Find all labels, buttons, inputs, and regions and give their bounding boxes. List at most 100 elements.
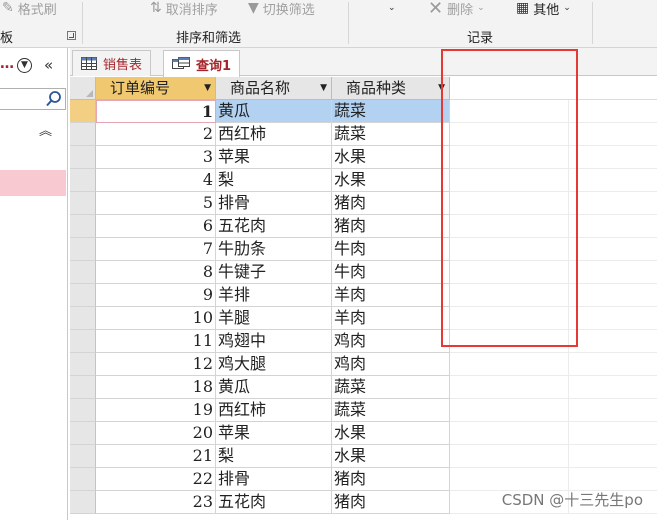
select-all-corner[interactable]: [70, 77, 96, 100]
record-selector[interactable]: [70, 261, 96, 284]
table-row[interactable]: 4 梨水果: [70, 169, 657, 192]
cell-product-kind[interactable]: 蔬菜: [332, 123, 450, 146]
cell-order-id[interactable]: 4: [96, 169, 216, 192]
cell-product-kind[interactable]: 牛肉: [332, 261, 450, 284]
table-row[interactable]: 18 黄瓜 蔬菜: [70, 376, 657, 399]
record-selector[interactable]: [70, 215, 96, 238]
table-row[interactable]: 20 苹果 水果: [70, 422, 657, 445]
nav-collapse-icon[interactable]: «: [44, 56, 53, 74]
cell-product-name[interactable]: 排骨: [216, 192, 332, 215]
clipboard-launcher-icon[interactable]: [67, 31, 76, 40]
cell-product-kind[interactable]: 猪肉: [332, 192, 450, 215]
table-row[interactable]: 8 牛键子 牛肉: [70, 261, 657, 284]
cell-order-id[interactable]: 3: [96, 146, 216, 169]
table-row[interactable]: 10 羊腿 羊肉: [70, 307, 657, 330]
record-selector[interactable]: [70, 422, 96, 445]
cell-order-id[interactable]: 5: [96, 192, 216, 215]
nav-selected-item[interactable]: [0, 170, 66, 196]
record-selector[interactable]: [70, 491, 96, 514]
cell-product-name[interactable]: 黄瓜: [216, 100, 332, 123]
cell-product-kind[interactable]: 羊肉: [332, 284, 450, 307]
cell-product-kind[interactable]: 蔬菜: [332, 376, 450, 399]
table-row[interactable]: 2 西红柿 蔬菜: [70, 123, 657, 146]
table-row[interactable]: 9 羊排 羊肉: [70, 284, 657, 307]
table-row[interactable]: 22 排骨 猪肉: [70, 468, 657, 491]
cell-product-kind[interactable]: 鸡肉: [332, 353, 450, 376]
cell-product-name[interactable]: 排骨: [216, 468, 332, 491]
cell-order-id[interactable]: 23: [96, 491, 216, 514]
cell-product-kind[interactable]: 水果: [332, 146, 450, 169]
cell-product-name[interactable]: 牛肋条: [216, 238, 332, 261]
column-dropdown-icon[interactable]: ▼: [204, 77, 211, 99]
nav-search-input[interactable]: [0, 88, 66, 110]
cell-order-id[interactable]: 2: [96, 123, 216, 146]
remove-sort-button[interactable]: ⇅ 取消排序: [150, 0, 218, 18]
record-selector[interactable]: [70, 192, 96, 215]
table-row[interactable]: 7 牛肋条 牛肉: [70, 238, 657, 261]
cell-order-id[interactable]: 12: [96, 353, 216, 376]
cell-product-name[interactable]: 五花肉: [216, 215, 332, 238]
record-selector[interactable]: [70, 307, 96, 330]
record-selector[interactable]: [70, 376, 96, 399]
column-header-order-id[interactable]: 订单编号 ▼: [96, 77, 216, 100]
cell-product-kind[interactable]: 猪肉: [332, 215, 450, 238]
cell-order-id[interactable]: 21: [96, 445, 216, 468]
record-selector[interactable]: [70, 169, 96, 192]
cell-product-name[interactable]: 羊排: [216, 284, 332, 307]
cell-product-kind[interactable]: 水果: [332, 169, 450, 192]
cell-order-id[interactable]: 18: [96, 376, 216, 399]
more-button[interactable]: ▦ 其他 ⌄: [516, 0, 571, 18]
cell-product-name[interactable]: 梨: [216, 169, 332, 192]
cell-product-kind[interactable]: 羊肉: [332, 307, 450, 330]
table-row[interactable]: 3 苹果 水果: [70, 146, 657, 169]
cell-product-kind[interactable]: 猪肉: [332, 491, 450, 514]
cell-product-name[interactable]: 鸡翅中: [216, 330, 332, 353]
tab-sales-table[interactable]: 销售表: [72, 50, 152, 76]
cell-product-name[interactable]: 牛键子: [216, 261, 332, 284]
record-selector[interactable]: [70, 238, 96, 261]
table-row[interactable]: 5 排骨 猪肉: [70, 192, 657, 215]
format-painter-button[interactable]: ✎ 格式刷: [2, 0, 57, 18]
record-selector[interactable]: [70, 353, 96, 376]
column-header-product-name[interactable]: 商品名称 ▼: [216, 77, 332, 100]
record-selector[interactable]: [70, 445, 96, 468]
record-selector[interactable]: [70, 330, 96, 353]
table-row[interactable]: 12 鸡大腿 鸡肉: [70, 353, 657, 376]
cell-product-name[interactable]: 羊腿: [216, 307, 332, 330]
cell-order-id[interactable]: 6: [96, 215, 216, 238]
cell-product-kind[interactable]: 蔬菜: [332, 100, 450, 123]
table-row[interactable]: 11 鸡翅中 鸡肉: [70, 330, 657, 353]
cell-product-name[interactable]: 西红柿: [216, 399, 332, 422]
cell-order-id[interactable]: 11: [96, 330, 216, 353]
section-collapse-icon[interactable]: ︽: [39, 120, 52, 139]
table-row[interactable]: 19 西红柿 蔬菜: [70, 399, 657, 422]
table-row[interactable]: 6 五花肉 猪肉: [70, 215, 657, 238]
column-dropdown-icon[interactable]: ▼: [438, 77, 445, 99]
cell-order-id[interactable]: 22: [96, 468, 216, 491]
nav-menu-button[interactable]: ▼: [17, 58, 32, 73]
toggle-filter-button[interactable]: ▼ 切换筛选: [248, 0, 315, 18]
delete-button[interactable]: ✕ 删除 ⌄: [428, 0, 485, 19]
cell-product-kind[interactable]: 水果: [332, 445, 450, 468]
record-selector[interactable]: [70, 399, 96, 422]
cell-product-name[interactable]: 梨: [216, 445, 332, 468]
cell-order-id[interactable]: 20: [96, 422, 216, 445]
cell-order-id[interactable]: 10: [96, 307, 216, 330]
cell-product-kind[interactable]: 猪肉: [332, 468, 450, 491]
table-row[interactable]: 21 梨水果: [70, 445, 657, 468]
cell-product-name[interactable]: 五花肉: [216, 491, 332, 514]
records-dropdown[interactable]: ⌄: [388, 0, 396, 16]
cell-product-name[interactable]: 苹果: [216, 422, 332, 445]
record-selector[interactable]: [70, 100, 96, 123]
tab-query1[interactable]: 查询1: [163, 50, 241, 77]
record-selector[interactable]: [70, 284, 96, 307]
record-selector[interactable]: [70, 123, 96, 146]
search-icon[interactable]: [45, 90, 63, 108]
column-header-product-kind[interactable]: 商品种类 ▼: [332, 77, 450, 100]
cell-order-id[interactable]: 9: [96, 284, 216, 307]
column-dropdown-icon[interactable]: ▼: [320, 77, 327, 99]
record-selector[interactable]: [70, 468, 96, 491]
cell-product-name[interactable]: 黄瓜: [216, 376, 332, 399]
cell-product-kind[interactable]: 鸡肉: [332, 330, 450, 353]
cell-product-name[interactable]: 苹果: [216, 146, 332, 169]
